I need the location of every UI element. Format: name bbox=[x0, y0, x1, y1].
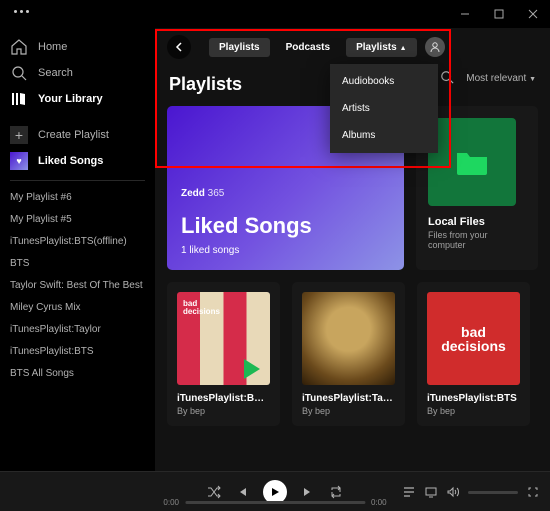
sidebar-playlist[interactable]: Miley Cyrus Mix bbox=[10, 297, 145, 319]
library-icon bbox=[10, 90, 28, 108]
fullscreen-button[interactable] bbox=[526, 485, 540, 499]
playlist-by: By bep bbox=[427, 406, 520, 416]
sidebar-playlist[interactable]: My Playlist #5 bbox=[10, 209, 145, 231]
sidebar-liked-label: Liked Songs bbox=[38, 155, 103, 167]
back-button[interactable] bbox=[167, 35, 191, 59]
sidebar-home-label: Home bbox=[38, 41, 67, 53]
playlist-title: iTunesPlaylist:BTS bbox=[427, 393, 520, 404]
dropdown-item[interactable]: Artists bbox=[330, 95, 438, 122]
playlist-by: By bep bbox=[302, 406, 395, 416]
close-button[interactable] bbox=[516, 1, 550, 27]
repeat-button[interactable] bbox=[329, 485, 343, 499]
sidebar-playlist[interactable]: iTunesPlaylist:BTS(offline) bbox=[10, 231, 145, 253]
heart-icon: ♥ bbox=[10, 152, 28, 170]
dropdown-item[interactable]: Audiobooks bbox=[330, 68, 438, 95]
volume-button[interactable] bbox=[446, 485, 460, 499]
sidebar-library[interactable]: Your Library bbox=[10, 86, 145, 112]
search-icon[interactable] bbox=[440, 70, 454, 87]
tab-filter-dropdown[interactable]: Playlists▲ bbox=[346, 38, 417, 57]
folder-icon bbox=[428, 118, 516, 206]
chevron-up-icon: ▲ bbox=[400, 45, 407, 52]
sidebar-create-label: Create Playlist bbox=[38, 129, 109, 141]
file-sub: Files from your computer bbox=[428, 230, 526, 250]
sidebar-liked[interactable]: ♥ Liked Songs bbox=[10, 148, 145, 174]
sidebar-playlist[interactable]: iTunesPlaylist:Taylor bbox=[10, 319, 145, 341]
playlist-thumb bbox=[302, 292, 395, 385]
chevron-down-icon: ▼ bbox=[529, 76, 536, 83]
liked-title: Liked Songs bbox=[181, 213, 390, 239]
minimize-button[interactable] bbox=[448, 1, 482, 27]
playlist-thumb: bad decisions bbox=[427, 292, 520, 385]
maximize-button[interactable] bbox=[482, 1, 516, 27]
progress-bar[interactable] bbox=[185, 501, 365, 504]
sidebar-library-label: Your Library bbox=[38, 93, 103, 105]
playlist-thumb bbox=[177, 292, 270, 385]
sidebar-create[interactable]: + Create Playlist bbox=[10, 122, 145, 148]
main-content: Playlists Podcasts Playlists▲ Audiobooks… bbox=[155, 28, 550, 471]
file-title: Local Files bbox=[428, 216, 526, 228]
sidebar-playlist[interactable]: Taylor Swift: Best Of The Best bbox=[10, 275, 145, 297]
user-avatar[interactable] bbox=[425, 37, 445, 57]
sidebar-playlist[interactable]: iTunesPlaylist:BTS bbox=[10, 341, 145, 363]
time-elapsed: 0:00 bbox=[163, 498, 179, 507]
playlist-card[interactable]: bad decisions iTunesPlaylist:BTS By bep bbox=[417, 282, 530, 426]
tab-podcasts[interactable]: Podcasts bbox=[276, 38, 340, 57]
playlist-title: iTunesPlaylist:Taylor bbox=[302, 393, 395, 404]
sidebar-search[interactable]: Search bbox=[10, 60, 145, 86]
page-title: Playlists bbox=[169, 74, 242, 95]
filter-dropdown-menu: Audiobooks Artists Albums bbox=[330, 64, 438, 153]
devices-button[interactable] bbox=[424, 485, 438, 499]
volume-bar[interactable] bbox=[468, 491, 518, 494]
plus-icon: + bbox=[10, 126, 28, 144]
player-bar: 0:00 0:00 bbox=[0, 471, 550, 511]
menu-dots[interactable] bbox=[14, 10, 29, 13]
shuffle-button[interactable] bbox=[207, 485, 221, 499]
sidebar-playlist[interactable]: BTS All Songs bbox=[10, 363, 145, 385]
time-total: 0:00 bbox=[371, 498, 387, 507]
sidebar: Home Search Your Library + Create Playli… bbox=[0, 28, 155, 471]
divider bbox=[10, 180, 145, 181]
tab-playlists[interactable]: Playlists bbox=[209, 38, 270, 57]
home-icon bbox=[10, 38, 28, 56]
sort-dropdown[interactable]: Most relevant ▼ bbox=[466, 73, 536, 84]
recent-track: Zedd 365 bbox=[181, 188, 390, 199]
dropdown-item[interactable]: Albums bbox=[330, 122, 438, 149]
sidebar-search-label: Search bbox=[38, 67, 73, 79]
previous-button[interactable] bbox=[235, 485, 249, 499]
sidebar-playlist[interactable]: My Playlist #6 bbox=[10, 187, 145, 209]
liked-count: 1 liked songs bbox=[181, 245, 390, 256]
playlist-by: By bep bbox=[177, 406, 270, 416]
playlist-title: iTunesPlaylist:BTS(... bbox=[177, 393, 270, 404]
playlist-card[interactable]: iTunesPlaylist:BTS(... By bep bbox=[167, 282, 280, 426]
search-icon bbox=[10, 64, 28, 82]
sidebar-playlist[interactable]: BTS bbox=[10, 253, 145, 275]
queue-button[interactable] bbox=[402, 485, 416, 499]
next-button[interactable] bbox=[301, 485, 315, 499]
playlist-card[interactable]: iTunesPlaylist:Taylor By bep bbox=[292, 282, 405, 426]
sidebar-home[interactable]: Home bbox=[10, 34, 145, 60]
